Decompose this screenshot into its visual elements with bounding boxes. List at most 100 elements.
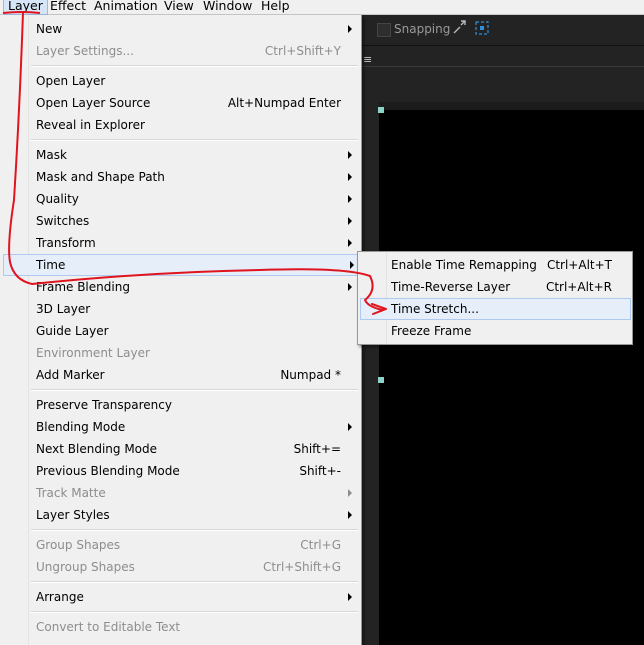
menu-item-label: New bbox=[36, 22, 63, 36]
menu-item-label: Layer Settings... bbox=[36, 44, 134, 58]
submenu-arrow-icon bbox=[348, 511, 352, 519]
menu-item-frame-blending[interactable]: Frame Blending bbox=[3, 276, 358, 298]
menu-item-shortcut: Ctrl+G bbox=[300, 538, 341, 552]
menu-item-quality[interactable]: Quality bbox=[3, 188, 358, 210]
menu-item-label: Open Layer bbox=[36, 74, 106, 88]
menu-window[interactable]: Window bbox=[203, 0, 252, 14]
menu-item-label: Enable Time Remapping bbox=[391, 258, 537, 272]
menu-effect[interactable]: Effect bbox=[50, 0, 86, 14]
menu-item-group-shapes[interactable]: Group Shapes Ctrl+G bbox=[3, 534, 358, 556]
submenu-arrow-icon bbox=[348, 489, 352, 497]
menu-separator bbox=[31, 611, 358, 613]
menu-item-preserve-transparency[interactable]: Preserve Transparency bbox=[3, 394, 358, 416]
menu-item-convert-to-editable-text[interactable]: Convert to Editable Text bbox=[3, 616, 358, 638]
menu-item-environment-layer[interactable]: Environment Layer bbox=[3, 342, 358, 364]
menu-layer[interactable]: Layer bbox=[3, 0, 48, 15]
menu-item-reveal-in-explorer[interactable]: Reveal in Explorer bbox=[3, 114, 358, 136]
transform-handle[interactable] bbox=[378, 107, 384, 113]
menu-item-layer-styles[interactable]: Layer Styles bbox=[3, 504, 358, 526]
submenu-item-time-stretch[interactable]: Time Stretch... bbox=[360, 298, 631, 320]
menu-item-ungroup-shapes[interactable]: Ungroup Shapes Ctrl+Shift+G bbox=[3, 556, 358, 578]
menu-item-shortcut: Ctrl+Shift+G bbox=[262, 560, 341, 574]
menu-item-add-marker[interactable]: Add Marker Numpad * bbox=[3, 364, 358, 386]
menu-item-next-blending-mode[interactable]: Next Blending Mode Shift+= bbox=[3, 438, 358, 460]
viewer-gutter bbox=[362, 102, 379, 645]
menu-item-transform[interactable]: Transform bbox=[3, 232, 358, 254]
menu-item-open-layer-source[interactable]: Open Layer Source Alt+Numpad Enter bbox=[3, 92, 358, 114]
submenu-arrow-icon bbox=[348, 593, 352, 601]
menu-item-arrange[interactable]: Arrange bbox=[3, 586, 358, 608]
menu-item-label: Time-Reverse Layer bbox=[391, 280, 511, 294]
composition-canvas[interactable] bbox=[379, 110, 644, 645]
menu-separator bbox=[31, 581, 358, 583]
submenu-item-freeze-frame[interactable]: Freeze Frame bbox=[360, 320, 629, 342]
menu-item-shortcut: Shift+= bbox=[293, 442, 341, 456]
snap-target-icon[interactable] bbox=[474, 20, 490, 36]
menu-item-blending-mode[interactable]: Blending Mode bbox=[3, 416, 358, 438]
menu-item-label: Open Layer Source bbox=[36, 96, 151, 110]
menu-item-label: Blending Mode bbox=[36, 420, 126, 434]
menu-item-layer-settings[interactable]: Layer Settings... Ctrl+Shift+Y bbox=[3, 40, 358, 62]
menu-item-track-matte[interactable]: Track Matte bbox=[3, 482, 358, 504]
submenu-arrow-icon bbox=[348, 217, 352, 225]
submenu-arrow-icon bbox=[348, 239, 352, 247]
menu-item-label: Reveal in Explorer bbox=[36, 118, 145, 132]
menu-item-label: Transform bbox=[36, 236, 96, 250]
submenu-item-time-reverse-layer[interactable]: Time-Reverse Layer Ctrl+Alt+R bbox=[360, 276, 629, 298]
transform-handle[interactable] bbox=[378, 377, 384, 383]
menu-separator bbox=[31, 139, 358, 141]
submenu-arrow-icon bbox=[348, 283, 352, 291]
menu-item-label: Guide Layer bbox=[36, 324, 109, 338]
submenu-arrow-icon bbox=[350, 261, 354, 269]
menu-separator bbox=[31, 529, 358, 531]
hamburger-icon[interactable]: ≡ bbox=[363, 54, 372, 65]
snapping-checkbox[interactable] bbox=[377, 23, 391, 37]
menu-item-time[interactable]: Time bbox=[3, 254, 360, 276]
menu-item-label: Time Stretch... bbox=[391, 302, 479, 316]
menu-separator bbox=[31, 65, 358, 67]
menu-item-label: Mask and Shape Path bbox=[36, 170, 165, 184]
time-submenu: Enable Time Remapping Ctrl+Alt+T Time-Re… bbox=[357, 251, 633, 345]
menu-view[interactable]: View bbox=[164, 0, 194, 14]
menu-item-label: Previous Blending Mode bbox=[36, 464, 180, 478]
menu-item-label: Ungroup Shapes bbox=[36, 560, 135, 574]
menu-item-mask-and-shape-path[interactable]: Mask and Shape Path bbox=[3, 166, 358, 188]
menu-item-label: Time bbox=[36, 258, 66, 272]
menu-item-label: Switches bbox=[36, 214, 90, 228]
panel-divider bbox=[362, 66, 644, 67]
menu-item-label: Quality bbox=[36, 192, 79, 206]
submenu-arrow-icon bbox=[348, 25, 352, 33]
menu-item-label: Next Blending Mode bbox=[36, 442, 158, 456]
submenu-arrow-icon bbox=[348, 195, 352, 203]
menu-item-shortcut: Ctrl+Alt+T bbox=[546, 258, 612, 272]
submenu-arrow-icon bbox=[348, 423, 352, 431]
menu-item-label: Convert to Editable Text bbox=[36, 620, 181, 634]
menu-item-shortcut: Numpad * bbox=[280, 368, 341, 382]
menu-item-open-layer[interactable]: Open Layer bbox=[3, 70, 358, 92]
menu-item-3d-layer[interactable]: 3D Layer bbox=[3, 298, 358, 320]
menu-item-shortcut: Alt+Numpad Enter bbox=[227, 96, 341, 110]
menu-item-previous-blending-mode[interactable]: Previous Blending Mode Shift+- bbox=[3, 460, 358, 482]
menu-item-shortcut: Ctrl+Shift+Y bbox=[264, 44, 341, 58]
menu-item-label: Layer Styles bbox=[36, 508, 110, 522]
menu-help[interactable]: Help bbox=[261, 0, 290, 14]
menu-item-label: Environment Layer bbox=[36, 346, 150, 360]
menu-item-label: Frame Blending bbox=[36, 280, 130, 294]
menu-separator bbox=[31, 389, 358, 391]
menu-animation[interactable]: Animation bbox=[94, 0, 158, 14]
menu-item-switches[interactable]: Switches bbox=[3, 210, 358, 232]
menu-item-shortcut: Shift+- bbox=[299, 464, 341, 478]
menu-item-label: Preserve Transparency bbox=[36, 398, 172, 412]
menu-item-label: 3D Layer bbox=[36, 302, 91, 316]
snap-expand-icon[interactable] bbox=[452, 19, 468, 35]
menu-item-label: Track Matte bbox=[36, 486, 106, 500]
layer-menu: New Layer Settings... Ctrl+Shift+Y Open … bbox=[0, 15, 362, 645]
menu-item-label: Group Shapes bbox=[36, 538, 121, 552]
menu-item-label: Freeze Frame bbox=[391, 324, 472, 338]
menu-item-mask[interactable]: Mask bbox=[3, 144, 358, 166]
submenu-item-enable-time-remapping[interactable]: Enable Time Remapping Ctrl+Alt+T bbox=[360, 254, 629, 276]
menu-item-guide-layer[interactable]: Guide Layer bbox=[3, 320, 358, 342]
menu-item-label: Add Marker bbox=[36, 368, 105, 382]
menu-item-shortcut: Ctrl+Alt+R bbox=[545, 280, 612, 294]
menu-item-new[interactable]: New bbox=[3, 18, 358, 40]
